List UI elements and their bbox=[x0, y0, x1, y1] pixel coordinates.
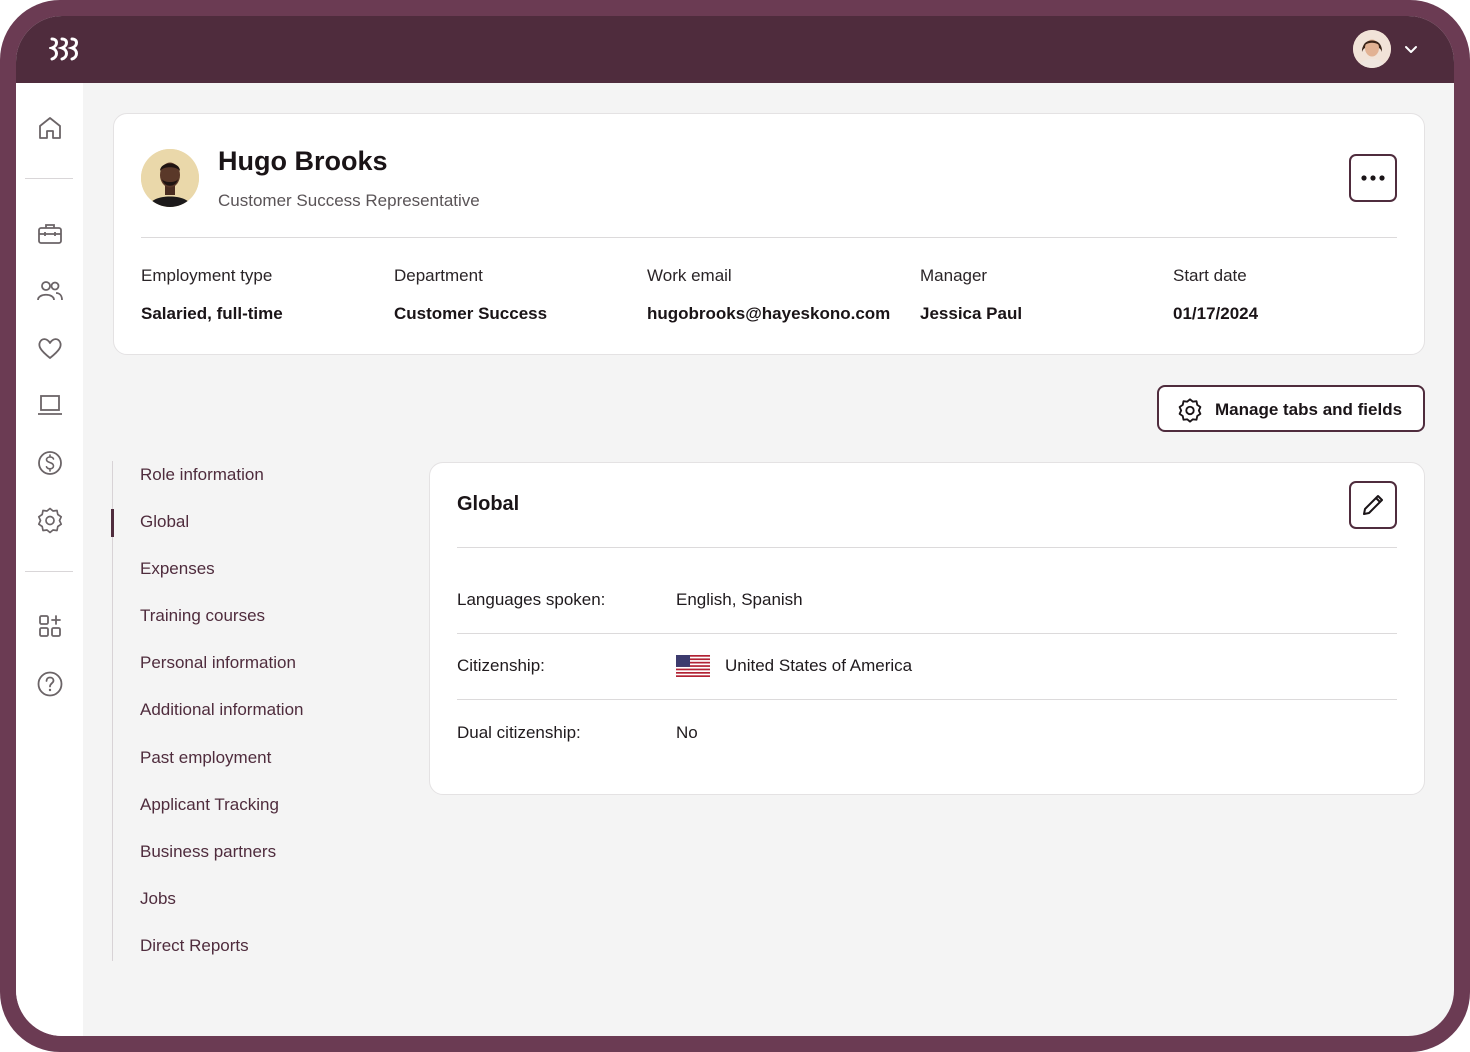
start-date-value: 01/17/2024 bbox=[1173, 304, 1259, 323]
active-tab-indicator bbox=[111, 509, 114, 537]
more-horizontal-icon bbox=[1361, 175, 1385, 181]
briefcase-icon[interactable] bbox=[36, 220, 64, 248]
top-bar bbox=[16, 16, 1454, 83]
department-value: Customer Success bbox=[394, 304, 548, 323]
tab-applicant-tracking[interactable]: Applicant Tracking bbox=[140, 795, 279, 815]
tab-additional-information[interactable]: Additional information bbox=[140, 700, 303, 720]
row-divider bbox=[457, 699, 1397, 700]
manager-label: Manager bbox=[920, 266, 988, 285]
help-icon[interactable] bbox=[36, 670, 64, 698]
employment-type-value: Salaried, full-time bbox=[141, 304, 283, 323]
tab-global[interactable]: Global bbox=[140, 512, 189, 532]
languages-value: English, Spanish bbox=[676, 590, 803, 609]
device-frame: Hugo Brooks Customer Success Representat… bbox=[0, 0, 1470, 1052]
row-divider bbox=[457, 633, 1397, 634]
app-screen: Hugo Brooks Customer Success Representat… bbox=[16, 16, 1454, 1036]
languages-label: Languages spoken: bbox=[457, 590, 606, 609]
nav-divider bbox=[25, 178, 73, 179]
global-detail-card: Global Languages spoken: English, Spanis… bbox=[429, 462, 1425, 795]
us-flag-icon bbox=[676, 655, 710, 677]
employee-avatar bbox=[141, 149, 199, 207]
dual-citizenship-label: Dual citizenship: bbox=[457, 723, 581, 742]
laptop-icon[interactable] bbox=[36, 391, 64, 419]
chevron-down-icon[interactable] bbox=[1404, 42, 1418, 56]
department-label: Department bbox=[394, 266, 483, 285]
profile-header-card: Hugo Brooks Customer Success Representat… bbox=[113, 113, 1425, 355]
work-email-value[interactable]: hugobrooks@hayeskono.com bbox=[647, 304, 890, 324]
tab-direct-reports[interactable]: Direct Reports bbox=[140, 936, 249, 956]
header-divider bbox=[141, 237, 1397, 238]
apps-add-icon[interactable] bbox=[36, 612, 64, 640]
tab-jobs[interactable]: Jobs bbox=[140, 889, 176, 909]
manage-tabs-label: Manage tabs and fields bbox=[1215, 400, 1403, 419]
title-divider bbox=[457, 547, 1397, 548]
settings-icon[interactable] bbox=[36, 506, 64, 534]
pencil-icon bbox=[1363, 495, 1383, 515]
section-title: Global bbox=[457, 493, 520, 515]
tab-business-partners[interactable]: Business partners bbox=[140, 842, 276, 862]
dual-citizenship-value: No bbox=[676, 723, 698, 742]
tab-training-courses[interactable]: Training courses bbox=[140, 606, 265, 626]
employee-name: Hugo Brooks bbox=[218, 146, 388, 176]
home-icon[interactable] bbox=[36, 114, 64, 142]
tab-role-information[interactable]: Role information bbox=[140, 465, 264, 485]
tab-personal-information[interactable]: Personal information bbox=[140, 653, 296, 673]
people-icon[interactable] bbox=[36, 277, 64, 305]
employee-title: Customer Success Representative bbox=[218, 191, 480, 210]
manage-tabs-button[interactable]: Manage tabs and fields bbox=[1157, 385, 1425, 432]
more-options-button[interactable] bbox=[1349, 154, 1397, 202]
work-email-label: Work email bbox=[647, 266, 732, 285]
heart-icon[interactable] bbox=[36, 334, 64, 362]
gear-icon bbox=[1178, 398, 1202, 423]
tab-expenses[interactable]: Expenses bbox=[140, 559, 215, 579]
start-date-label: Start date bbox=[1173, 266, 1247, 285]
manager-value[interactable]: Jessica Paul bbox=[920, 304, 1022, 324]
citizenship-label: Citizenship: bbox=[457, 656, 545, 675]
tab-past-employment[interactable]: Past employment bbox=[140, 748, 271, 768]
employment-type-label: Employment type bbox=[141, 266, 273, 285]
dollar-icon[interactable] bbox=[36, 449, 64, 477]
rippling-logo-icon[interactable] bbox=[49, 37, 81, 61]
citizenship-value: United States of America bbox=[725, 656, 913, 675]
side-nav bbox=[16, 83, 83, 1036]
nav-divider bbox=[25, 571, 73, 572]
user-avatar[interactable] bbox=[1353, 30, 1391, 68]
edit-button[interactable] bbox=[1349, 481, 1397, 529]
